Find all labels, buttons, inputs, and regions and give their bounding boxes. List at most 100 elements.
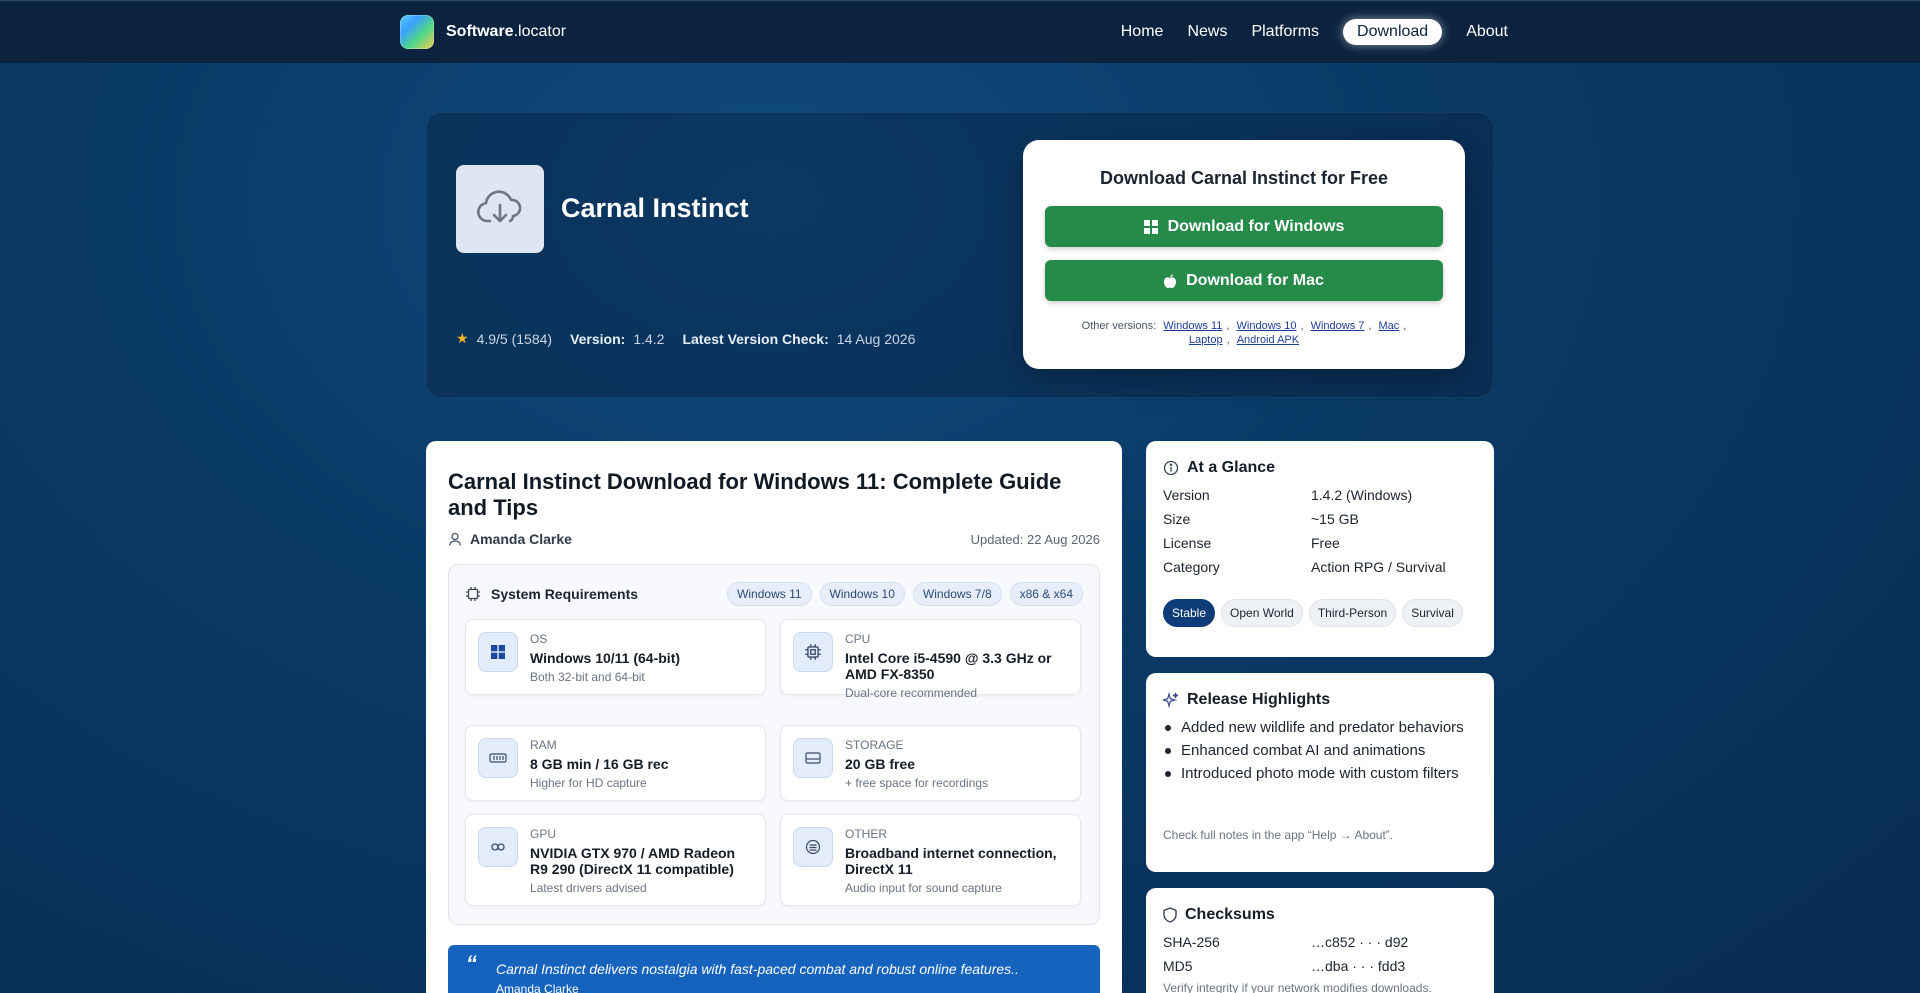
req-note: + free space for recordings <box>845 776 989 790</box>
req-label: CPU <box>845 632 871 646</box>
req-value: Windows 10/11 (64-bit) <box>530 650 681 666</box>
req-label: OS <box>530 632 548 646</box>
top-nav: Software.locator Home News Platforms Dow… <box>0 0 1920 63</box>
app-title: Carnal Instinct <box>561 193 749 223</box>
release-highlights-title: Release Highlights <box>1187 691 1331 708</box>
chip-windows-7-8[interactable]: Windows 7/8 <box>912 582 1002 606</box>
article-title: Carnal Instinct Download for Windows 11:… <box>448 469 1062 520</box>
req-note: Dual-core recommended <box>845 686 978 700</box>
req-storage: STORAGE 20 GB free + free space for reco… <box>780 725 1081 801</box>
other-version-windows-11[interactable]: Windows 11 <box>1163 320 1222 332</box>
nav-news[interactable]: News <box>1187 19 1227 45</box>
tag-third-person[interactable]: Third-Person <box>1308 599 1397 627</box>
rating-value: 4.9/5 <box>476 330 508 347</box>
windows-icon <box>1143 219 1158 234</box>
rating-count: (1584) <box>511 330 553 347</box>
req-os: OS Windows 10/11 (64-bit) Both 32-bit an… <box>465 619 766 695</box>
at-a-glance-header: At a Glance <box>1163 459 1275 477</box>
nav-home[interactable]: Home <box>1121 19 1164 45</box>
req-note: Higher for HD capture <box>530 776 647 790</box>
version-check-label: Latest Version Check: <box>682 330 829 347</box>
tag-open-world[interactable]: Open World <box>1221 599 1303 627</box>
other-icon <box>793 827 833 867</box>
list-item: Enhanced combat AI and animations <box>1163 742 1473 759</box>
updated-date: Updated: 22 Aug 2026 <box>970 532 1100 547</box>
chip-windows-10[interactable]: Windows 10 <box>819 582 905 606</box>
release-highlights-card: Release Highlights Added new wildlife an… <box>1146 673 1494 872</box>
checksums-card: Checksums SHA-256 …c852 · · · d92 MD5 …dba… <box>1146 888 1494 993</box>
author: Amanda Clarke <box>448 531 572 547</box>
ram-icon <box>478 738 518 778</box>
glance-tags: Stable Open World Third-Person Survival <box>1163 599 1469 627</box>
platform-chips: Windows 11 Windows 10 Windows 7/8 x86 & … <box>719 582 1083 606</box>
download-card: Download Carnal Instinct for Free Downlo… <box>1023 140 1465 369</box>
cpu-icon <box>793 632 833 672</box>
list-item: Introduced photo mode with custom filter… <box>1163 765 1473 782</box>
tag-stable[interactable]: Stable <box>1163 599 1216 627</box>
req-label: OTHER <box>845 827 887 841</box>
app-meta: ★ 4.9/5 (1584) Version: 1.4.2 Latest Ver… <box>456 330 915 347</box>
sparkles-icon <box>1163 692 1179 708</box>
other-versions: Other versions: Windows 11, Windows 10, … <box>1081 320 1407 346</box>
download-mac-button[interactable]: Download for Mac <box>1045 260 1443 301</box>
checksum-row: SHA-256 …c852 · · · d92 <box>1163 934 1409 950</box>
download-windows-label: Download for Windows <box>1167 217 1345 235</box>
shield-icon <box>1163 907 1177 923</box>
version-check-date: 14 Aug 2026 <box>836 330 916 347</box>
article-card: Carnal Instinct Download for Windows 11:… <box>426 441 1122 993</box>
checksums-header: Checksums <box>1163 906 1275 924</box>
checksums-title: Checksums <box>1185 906 1275 923</box>
cpu-icon <box>466 587 480 601</box>
checksum-row: MD5 …dba · · · fdd3 <box>1163 958 1406 974</box>
glance-row: Version 1.4.2 (Windows) <box>1163 487 1413 503</box>
storage-icon <box>793 738 833 778</box>
info-icon <box>1163 460 1179 476</box>
nav-download[interactable]: Download <box>1343 19 1443 45</box>
req-value: Broadband internet connection, DirectX 1… <box>845 845 1057 877</box>
version-label: Version: <box>570 330 626 347</box>
other-versions-label: Other versions: <box>1081 320 1157 332</box>
system-requirements: System Requirements Windows 11 Windows 1… <box>448 564 1100 925</box>
list-item: Added new wildlife and predator behavior… <box>1163 719 1473 736</box>
req-note: Both 32-bit and 64-bit <box>530 670 645 684</box>
brand-logo[interactable]: Software.locator <box>400 15 566 49</box>
system-requirements-title: System Requirements <box>491 586 639 602</box>
user-icon <box>448 532 462 546</box>
tag-survival[interactable]: Survival <box>1402 599 1463 627</box>
release-highlights-header: Release Highlights <box>1163 691 1330 709</box>
cloud-download-icon <box>456 165 544 253</box>
req-gpu: GPU NVIDIA GTX 970 / AMD Radeon R9 290 (… <box>465 814 766 906</box>
req-ram: RAM 8 GB min / 16 GB rec Higher for HD c… <box>465 725 766 801</box>
req-note: Latest drivers advised <box>530 881 647 895</box>
download-windows-button[interactable]: Download for Windows <box>1045 206 1443 247</box>
other-version-android-apk[interactable]: Android APK <box>1237 334 1299 346</box>
nav-about[interactable]: About <box>1466 19 1508 45</box>
req-other: OTHER Broadband internet connection, Dir… <box>780 814 1081 906</box>
other-version-windows-7[interactable]: Windows 7 <box>1311 320 1365 332</box>
req-cpu: CPU Intel Core i5-4590 @ 3.3 GHz or AMD … <box>780 619 1081 700</box>
windows-icon <box>478 632 518 672</box>
quote-mark-icon: “ <box>466 951 477 976</box>
author-name[interactable]: Amanda Clarke <box>470 531 572 547</box>
review-quote: “ Carnal Instinct delivers nostalgia wit… <box>448 945 1100 993</box>
nav-links: Home News Platforms Download About <box>1097 19 1508 45</box>
at-a-glance-title: At a Glance <box>1187 459 1276 476</box>
download-card-title: Download Carnal Instinct for Free <box>1099 168 1389 188</box>
req-value: 8 GB min / 16 GB rec <box>530 756 669 772</box>
download-mac-label: Download for Mac <box>1186 271 1324 289</box>
req-label: RAM <box>530 738 557 752</box>
chip-x86-x64[interactable]: x86 & x64 <box>1009 582 1083 606</box>
hero-panel: Carnal Instinct ★ 4.9/5 (1584) Version: … <box>426 112 1494 398</box>
glance-row: Category Action RPG / Survival <box>1163 559 1446 575</box>
other-version-windows-10[interactable]: Windows 10 <box>1237 320 1297 332</box>
gpu-icon <box>478 827 518 867</box>
chip-windows-11[interactable]: Windows 11 <box>727 582 812 606</box>
other-version-mac[interactable]: Mac <box>1379 320 1400 332</box>
brand-logo-mark <box>400 15 434 49</box>
other-version-laptop[interactable]: Laptop <box>1189 334 1223 346</box>
req-value: NVIDIA GTX 970 / AMD Radeon R9 290 (Dire… <box>530 845 736 877</box>
system-requirements-header: System Requirements <box>465 586 638 602</box>
quote-author: Amanda Clarke <box>496 982 579 993</box>
checksums-note: Verify integrity if your network modifie… <box>1163 981 1432 993</box>
nav-platforms[interactable]: Platforms <box>1251 19 1319 45</box>
